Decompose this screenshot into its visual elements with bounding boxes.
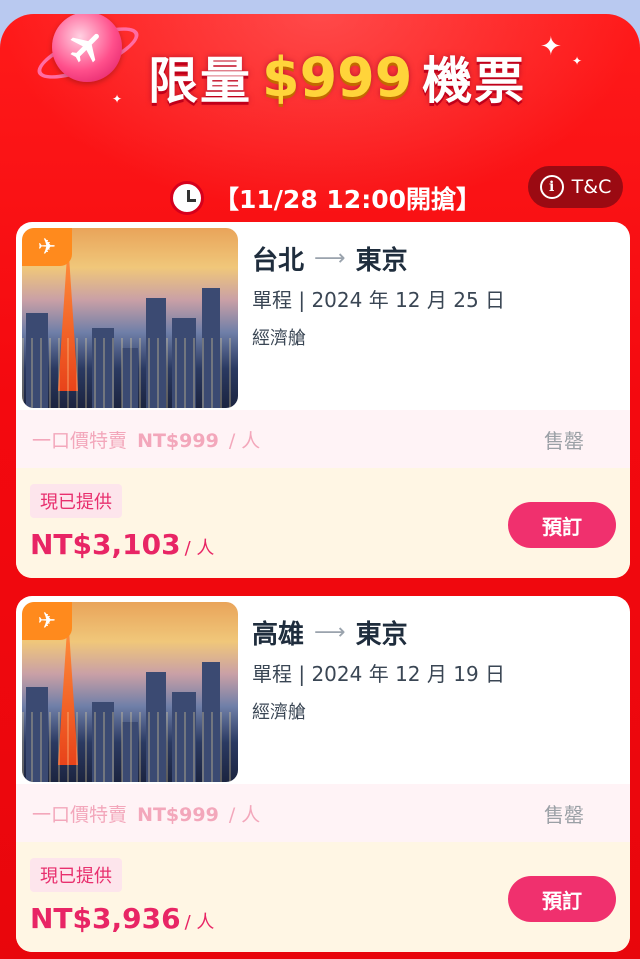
info-icon: i (539, 175, 564, 199)
origin-city: 台北 (252, 246, 305, 276)
countdown-text: 【11/28 12:00開搶】 (214, 185, 481, 214)
flight-card[interactable]: ✈ 高雄 ⟶ 東京 單程 | 2024 年 12 月 19 日 經濟艙 一口價特… (16, 596, 630, 952)
page-title: 限量 $999 機票 (148, 44, 527, 111)
cabin-class: 經濟艙 (252, 328, 306, 349)
offer-tag: 現已提供 (30, 484, 122, 518)
destination-city: 東京 (355, 246, 408, 276)
tnc-label: T&C (571, 176, 612, 198)
price-area: 現已提供 NT$3,936 / 人 預訂 (16, 842, 630, 952)
promo-unit: / 人 (228, 429, 261, 452)
airplane-icon: ✈ (22, 602, 72, 640)
offer-tag: 現已提供 (30, 858, 122, 892)
price-unit: / 人 (184, 912, 215, 933)
flight-card[interactable]: ✈ 台北 ⟶ 東京 單程 | 2024 年 12 月 25 日 經濟艙 一口價特… (16, 222, 630, 578)
fare-price: NT$3,103 / 人 (30, 528, 214, 561)
price-amount: NT$3,103 (30, 528, 181, 561)
cabin-class: 經濟艙 (252, 702, 306, 723)
route: 高雄 ⟶ 東京 (252, 614, 408, 651)
fare-price: NT$3,936 / 人 (30, 902, 214, 935)
status-badge: 售罄 (544, 428, 584, 453)
price-unit: / 人 (184, 538, 215, 559)
airplane-icon: ✈ (22, 228, 72, 266)
trip-date: 單程 | 2024 年 12 月 25 日 (252, 288, 506, 312)
promo-price: NT$999 (137, 429, 219, 452)
origin-city: 高雄 (252, 620, 305, 650)
promo-price: NT$999 (137, 803, 219, 826)
title-prefix: 限量 (148, 52, 252, 110)
route: 台北 ⟶ 東京 (252, 240, 408, 277)
promo-info: 一口價特賣 NT$999 / 人 (32, 426, 260, 453)
airplane-logo-icon (52, 14, 122, 82)
promo-row: 一口價特賣 NT$999 / 人 售罄 (16, 410, 630, 468)
price-area: 現已提供 NT$3,103 / 人 預訂 (16, 468, 630, 578)
destination-photo: ✈ (22, 228, 238, 408)
book-button[interactable]: 預訂 (508, 876, 616, 922)
promo-info: 一口價特賣 NT$999 / 人 (32, 800, 260, 827)
sparkle-icon: ✦ (540, 32, 562, 62)
promo-unit: / 人 (228, 803, 261, 826)
title-suffix: 機票 (422, 52, 527, 110)
destination-city: 東京 (355, 620, 408, 650)
countdown-banner: 【11/28 12:00開搶】 (170, 178, 481, 218)
title-price: $999 (262, 45, 413, 109)
book-button[interactable]: 預訂 (508, 502, 616, 548)
trip-date: 單程 | 2024 年 12 月 19 日 (252, 662, 506, 686)
sparkle-icon: ✦ (572, 54, 583, 68)
destination-photo: ✈ (22, 602, 238, 782)
promo-label: 一口價特賣 (32, 803, 128, 826)
alarm-clock-icon (170, 181, 204, 215)
sparkle-icon: ✦ (112, 92, 123, 106)
tnc-button[interactable]: i T&C (528, 166, 623, 208)
arrow-right-icon: ⟶ (314, 246, 346, 271)
status-badge: 售罄 (544, 802, 584, 827)
promo-label: 一口價特賣 (32, 429, 128, 452)
arrow-right-icon: ⟶ (314, 620, 346, 645)
price-amount: NT$3,936 (30, 902, 181, 935)
promo-row: 一口價特賣 NT$999 / 人 售罄 (16, 784, 630, 842)
